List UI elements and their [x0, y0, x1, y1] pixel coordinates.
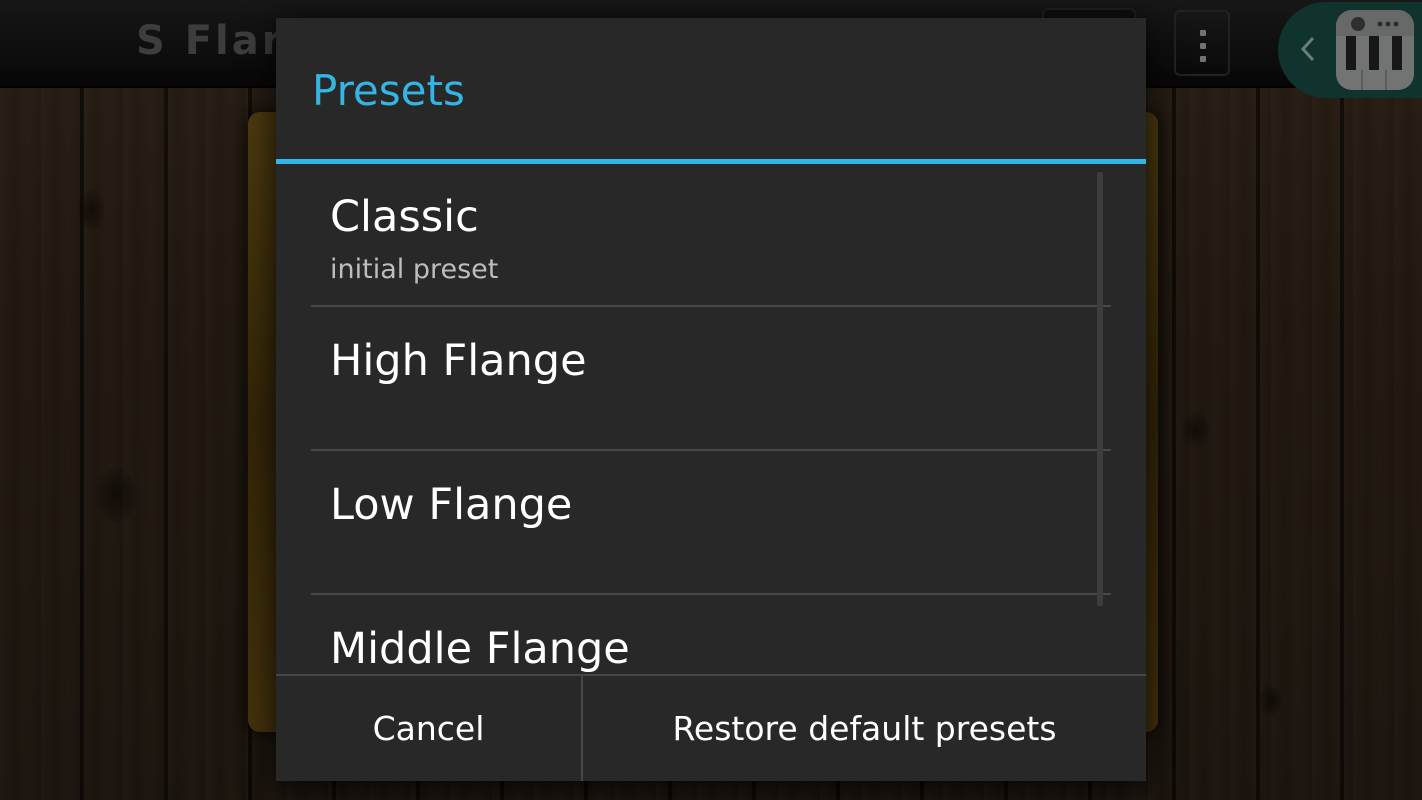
presets-dialog: Presets Classic initial preset High Flan… [276, 18, 1146, 781]
preset-item-low-flange[interactable]: Low Flange [311, 452, 1111, 595]
preset-name: Low Flange [330, 480, 573, 530]
restore-default-presets-button[interactable]: Restore default presets [583, 676, 1146, 781]
list-scrollbar[interactable] [1097, 172, 1103, 606]
list-divider [311, 305, 1111, 307]
preset-subtitle: initial preset [330, 254, 499, 285]
preset-name: High Flange [330, 336, 587, 386]
preset-list[interactable]: Classic initial preset High Flange Low F… [276, 164, 1146, 674]
preset-name: Middle Flange [330, 624, 630, 674]
dialog-title: Presets [312, 66, 465, 115]
dialog-button-bar: Cancel Restore default presets [276, 674, 1146, 781]
list-divider [311, 593, 1111, 595]
screen: S Flar Presets Classic initial preset Hi… [0, 0, 1422, 800]
preset-item-classic[interactable]: Classic initial preset [311, 164, 1111, 307]
preset-item-high-flange[interactable]: High Flange [311, 308, 1111, 451]
preset-name: Classic [330, 192, 479, 242]
cancel-button[interactable]: Cancel [276, 676, 581, 781]
preset-item-middle-flange[interactable]: Middle Flange [311, 596, 1111, 674]
list-divider [311, 449, 1111, 451]
